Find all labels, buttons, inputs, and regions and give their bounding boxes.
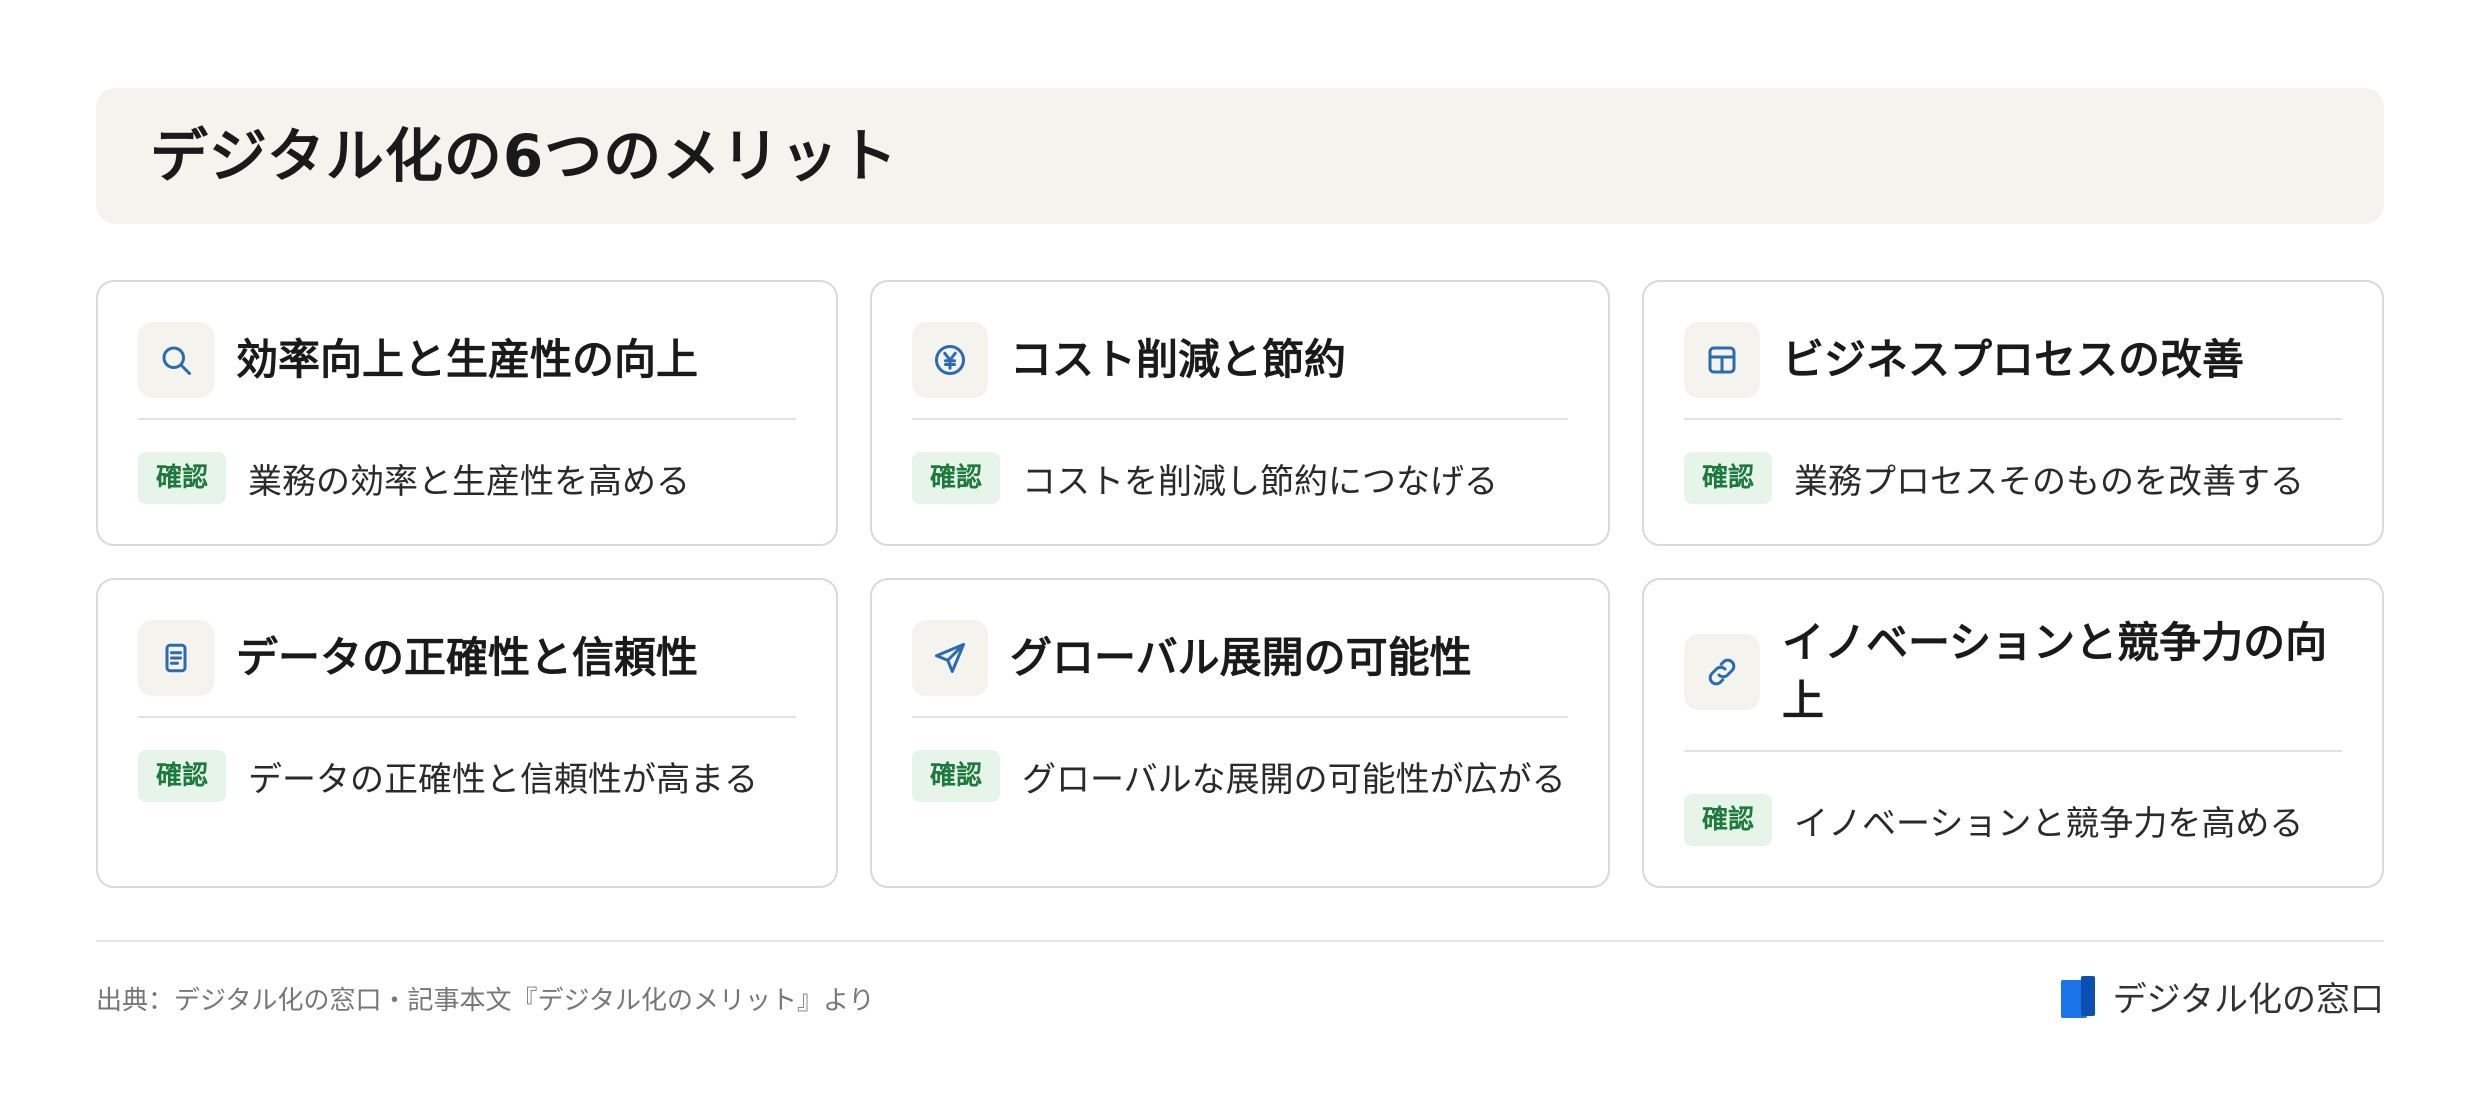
header-banner: デジタル化の6つのメリット <box>96 88 2384 224</box>
card-description: 業務の効率と生産性を高める <box>248 461 691 502</box>
logo-text: デジタル化の窓口 <box>2112 980 2384 1020</box>
card-title: コスト削減と節約 <box>1010 335 1347 384</box>
card-body: 確認 グローバルな展開の可能性が広がる <box>912 750 1568 802</box>
status-badge: 確認 <box>912 452 1001 504</box>
status-badge: 確認 <box>1684 794 1773 846</box>
card-body: 確認 データの正確性と信頼性が高まる <box>138 750 796 802</box>
card-header: データの正確性と信頼性 <box>138 620 796 718</box>
card-header: ビジネスプロセスの改善 <box>1684 322 2342 420</box>
page: デジタル化の6つのメリット 効率向上と生産性の向上 確認 業務の効率と生産性を高… <box>0 0 2480 1114</box>
layout-icon <box>1684 322 1760 398</box>
card-title: イノベーションと競争力の向上 <box>1782 618 2328 725</box>
yen-icon <box>912 322 988 398</box>
source-citation: 出典：デジタル化の窓口・記事本文『デジタル化のメリット』より <box>96 986 875 1016</box>
document-icon <box>138 620 214 696</box>
card-innovation: イノベーションと競争力の向上 確認 イノベーションと競争力を高める <box>1642 578 2384 888</box>
card-description: イノベーションと競争力を高める <box>1794 803 2304 844</box>
card-process: ビジネスプロセスの改善 確認 業務プロセスそのものを改善する <box>1642 280 2384 546</box>
card-description: グローバルな展開の可能性が広がる <box>1022 759 1566 800</box>
status-badge: 確認 <box>1684 452 1773 504</box>
card-title: 効率向上と生産性の向上 <box>236 335 699 384</box>
card-description: データの正確性と信頼性が高まる <box>248 759 759 800</box>
status-badge: 確認 <box>138 452 227 504</box>
page-title: デジタル化の6つのメリット <box>150 122 899 190</box>
card-data-accuracy: データの正確性と信頼性 確認 データの正確性と信頼性が高まる <box>96 578 838 888</box>
card-header: コスト削減と節約 <box>912 322 1568 420</box>
card-header: グローバル展開の可能性 <box>912 620 1568 718</box>
card-efficiency: 効率向上と生産性の向上 確認 業務の効率と生産性を高める <box>96 280 838 546</box>
card-title: ビジネスプロセスの改善 <box>1782 335 2245 384</box>
card-header: 効率向上と生産性の向上 <box>138 322 796 420</box>
card-title: データの正確性と信頼性 <box>236 633 699 682</box>
card-cost: コスト削減と節約 確認 コストを削減し節約につなげる <box>870 280 1610 546</box>
card-body: 確認 コストを削減し節約につなげる <box>912 452 1568 504</box>
card-body: 確認 業務プロセスそのものを改善する <box>1684 452 2342 504</box>
footer-divider <box>96 940 2384 942</box>
card-header: イノベーションと競争力の向上 <box>1684 614 2342 752</box>
link-icon <box>1684 634 1760 710</box>
card-body: 確認 業務の効率と生産性を高める <box>138 452 796 504</box>
brand-logo: デジタル化の窓口 <box>2059 972 2384 1021</box>
card-global: グローバル展開の可能性 確認 グローバルな展開の可能性が広がる <box>870 578 1610 888</box>
card-description: 業務プロセスそのものを改善する <box>1794 461 2305 502</box>
search-icon <box>138 322 214 398</box>
logo-mark-icon <box>2060 975 2095 1018</box>
status-badge: 確認 <box>138 750 227 802</box>
card-title: グローバル展開の可能性 <box>1010 633 1472 682</box>
status-badge: 確認 <box>912 750 1001 802</box>
card-description: コストを削減し節約につなげる <box>1022 461 1499 502</box>
card-body: 確認 イノベーションと競争力を高める <box>1684 794 2342 846</box>
send-icon <box>912 620 988 696</box>
